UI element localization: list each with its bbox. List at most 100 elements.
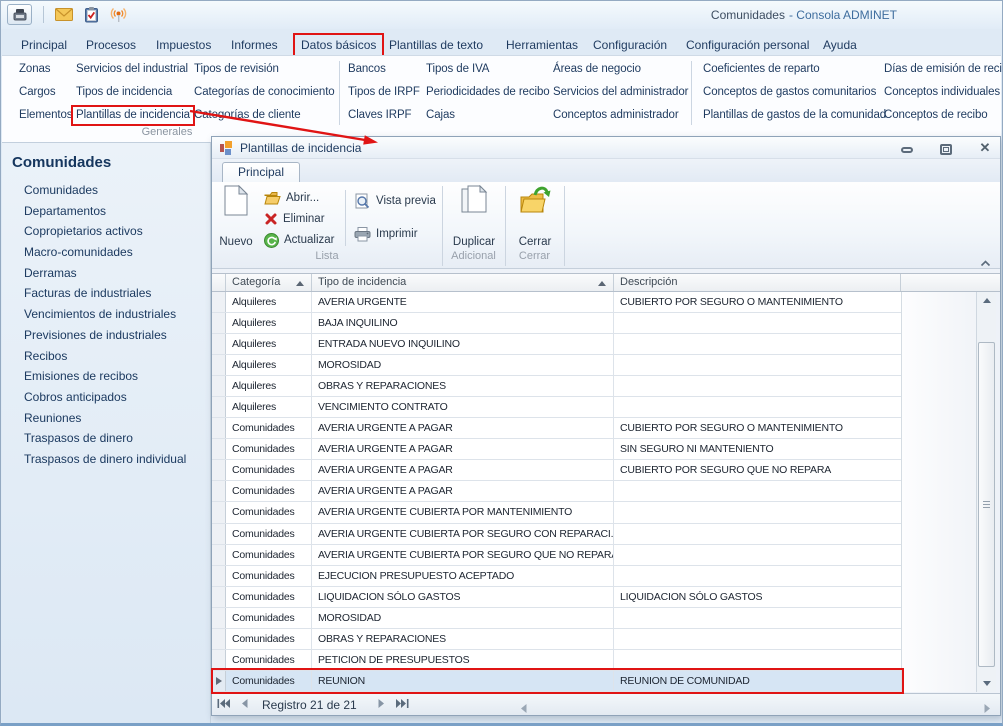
ribbon-link-servicios-administrador[interactable]: Servicios del administrador — [553, 81, 688, 104]
duplicar-button[interactable]: Duplicar — [446, 185, 502, 249]
cell-categoria[interactable]: Comunidades — [226, 587, 312, 607]
menu-procesos[interactable]: Procesos — [81, 35, 141, 55]
cell-tipo[interactable]: AVERIA URGENTE CUBIERTA POR MANTENIMIENT… — [312, 502, 614, 522]
table-row[interactable]: AlquileresENTRADA NUEVO INQUILINO — [212, 334, 901, 355]
menu-datos-basicos[interactable]: Datos básicos — [293, 33, 384, 57]
cell-tipo[interactable]: AVERIA URGENTE A PAGAR — [312, 439, 614, 459]
sidebar-item-vencimientos-industriales[interactable]: Vencimientos de industriales — [2, 304, 210, 325]
ribbon-link-elementos[interactable]: Elementos — [19, 104, 72, 127]
sidebar-item-macro-comunidades[interactable]: Macro-comunidades — [2, 242, 210, 263]
table-row[interactable]: ComunidadesOBRAS Y REPARACIONES — [212, 629, 901, 650]
cell-tipo[interactable]: LIQUIDACION SÓLO GASTOS — [312, 587, 614, 607]
cerrar-button[interactable]: Cerrar — [509, 185, 561, 249]
header-tipo-incidencia[interactable]: Tipo de incidencia — [312, 274, 614, 291]
cell-tipo[interactable]: PETICION DE PRESUPUESTOS — [312, 650, 614, 670]
close-button[interactable]: ✕ — [978, 141, 992, 155]
actualizar-button[interactable]: Actualizar — [264, 230, 335, 250]
menu-herramientas[interactable]: Herramientas — [501, 35, 583, 55]
cell-categoria[interactable]: Comunidades — [226, 629, 312, 649]
cell-categoria[interactable]: Comunidades — [226, 502, 312, 522]
dialog-titlebar[interactable]: Plantillas de incidencia ✕ — [212, 137, 1000, 159]
fax-button[interactable] — [7, 4, 32, 25]
table-row[interactable]: AlquileresOBRAS Y REPARACIONES — [212, 376, 901, 397]
cell-categoria[interactable]: Comunidades — [226, 650, 312, 670]
menu-informes[interactable]: Informes — [226, 35, 283, 55]
table-row[interactable]: ComunidadesAVERIA URGENTE A PAGARSIN SEG… — [212, 439, 901, 460]
cell-descripcion[interactable] — [614, 566, 901, 586]
ribbon-link-plantillas-incidencia[interactable]: Plantillas de incidencia — [71, 105, 195, 126]
menu-plantillas-de-texto[interactable]: Plantillas de texto — [384, 35, 488, 55]
table-row[interactable]: AlquileresBAJA INQUILINO — [212, 313, 901, 334]
table-row[interactable]: ComunidadesAVERIA URGENTE A PAGARCUBIERT… — [212, 418, 901, 439]
table-row[interactable]: AlquileresAVERIA URGENTECUBIERTO POR SEG… — [212, 292, 901, 313]
table-row[interactable]: AlquileresVENCIMIENTO CONTRATO — [212, 397, 901, 418]
table-row[interactable]: ComunidadesAVERIA URGENTE A PAGAR — [212, 481, 901, 502]
sidebar-item-emisiones-recibos[interactable]: Emisiones de recibos — [2, 366, 210, 387]
tab-principal[interactable]: Principal — [222, 162, 300, 182]
maximize-button[interactable] — [939, 141, 953, 155]
cell-categoria[interactable]: Alquileres — [226, 313, 312, 333]
cell-categoria[interactable]: Comunidades — [226, 524, 312, 544]
ribbon-link-tipos-iva[interactable]: Tipos de IVA — [426, 58, 550, 81]
cell-categoria[interactable]: Comunidades — [226, 481, 312, 501]
ribbon-link-periodicidades-recibo[interactable]: Periodicidades de recibo — [426, 81, 550, 104]
cell-descripcion[interactable] — [614, 355, 901, 375]
cell-tipo[interactable]: ENTRADA NUEVO INQUILINO — [312, 334, 614, 354]
ribbon-link-cajas[interactable]: Cajas — [426, 104, 550, 127]
cell-descripcion[interactable]: LIQUIDACION SÓLO GASTOS — [614, 587, 901, 607]
cell-tipo[interactable]: VENCIMIENTO CONTRATO — [312, 397, 614, 417]
cell-tipo[interactable]: AVERIA URGENTE CUBIERTA POR SEGURO QUE N… — [312, 545, 614, 565]
cell-descripcion[interactable]: CUBIERTO POR SEGURO QUE NO REPARA — [614, 460, 901, 480]
cell-descripcion[interactable] — [614, 629, 901, 649]
table-row[interactable]: ComunidadesLIQUIDACION SÓLO GASTOSLIQUID… — [212, 587, 901, 608]
table-row-selected[interactable]: ComunidadesREUNIONREUNION DE COMUNIDAD — [212, 671, 901, 692]
cell-descripcion[interactable] — [614, 524, 901, 544]
ribbon-link-cargos[interactable]: Cargos — [19, 81, 72, 104]
ribbon-link-zonas[interactable]: Zonas — [19, 58, 72, 81]
sidebar-item-derramas[interactable]: Derramas — [2, 263, 210, 284]
sidebar-item-copropietarios-activos[interactable]: Copropietarios activos — [2, 221, 210, 242]
table-row[interactable]: ComunidadesEJECUCION PRESUPUESTO ACEPTAD… — [212, 566, 901, 587]
menu-configuracion-personal[interactable]: Configuración personal — [681, 35, 814, 55]
cell-categoria[interactable]: Alquileres — [226, 355, 312, 375]
ribbon-link-conceptos-recibo[interactable]: Conceptos de recibo — [884, 104, 1003, 127]
sidebar-item-comunidades[interactable]: Comunidades — [2, 180, 210, 201]
menu-principal[interactable]: Principal — [16, 35, 72, 55]
ribbon-link-plantillas-gastos-comunidad[interactable]: Plantillas de gastos de la comunidad — [703, 104, 886, 127]
cell-tipo[interactable]: AVERIA URGENTE A PAGAR — [312, 418, 614, 438]
ribbon-link-bancos[interactable]: Bancos — [348, 58, 420, 81]
cell-descripcion[interactable] — [614, 545, 901, 565]
nuevo-button[interactable]: Nuevo — [216, 185, 256, 249]
header-descripcion[interactable]: Descripción — [614, 274, 901, 291]
cell-tipo[interactable]: OBRAS Y REPARACIONES — [312, 376, 614, 396]
sidebar-item-reuniones[interactable]: Reuniones — [2, 408, 210, 429]
ribbon-link-servicios-industrial[interactable]: Servicios del industrial — [76, 58, 195, 81]
cell-tipo[interactable]: AVERIA URGENTE CUBIERTA POR SEGURO CON R… — [312, 524, 614, 544]
table-row[interactable]: AlquileresMOROSIDAD — [212, 355, 901, 376]
cell-tipo[interactable]: AVERIA URGENTE A PAGAR — [312, 460, 614, 480]
minimize-button[interactable] — [900, 141, 914, 155]
tasks-button[interactable] — [84, 7, 99, 23]
menu-ayuda[interactable]: Ayuda — [818, 35, 862, 55]
ribbon-link-claves-irpf[interactable]: Claves IRPF — [348, 104, 420, 127]
cell-descripcion[interactable] — [614, 650, 901, 670]
cell-descripcion[interactable] — [614, 334, 901, 354]
scroll-down-button[interactable] — [977, 675, 996, 692]
ribbon-link-conceptos-gastos-comunitarios[interactable]: Conceptos de gastos comunitarios — [703, 81, 886, 104]
cell-descripcion[interactable] — [614, 502, 901, 522]
table-row[interactable]: ComunidadesAVERIA URGENTE CUBIERTA POR S… — [212, 545, 901, 566]
cell-tipo[interactable]: MOROSIDAD — [312, 355, 614, 375]
cell-categoria[interactable]: Alquileres — [226, 292, 312, 312]
broadcast-button[interactable] — [110, 7, 127, 23]
cell-categoria[interactable]: Comunidades — [226, 439, 312, 459]
cell-tipo[interactable]: AVERIA URGENTE — [312, 292, 614, 312]
cell-tipo[interactable]: BAJA INQUILINO — [312, 313, 614, 333]
ribbon-link-coeficientes-reparto[interactable]: Coeficientes de reparto — [703, 58, 886, 81]
ribbon-collapse-button[interactable] — [980, 254, 991, 272]
menu-configuracion[interactable]: Configuración — [588, 35, 672, 55]
table-row[interactable]: ComunidadesMOROSIDAD — [212, 608, 901, 629]
cell-categoria[interactable]: Comunidades — [226, 608, 312, 628]
cell-descripcion[interactable]: REUNION DE COMUNIDAD — [614, 671, 901, 691]
ribbon-link-areas-negocio[interactable]: Áreas de negocio — [553, 58, 688, 81]
vertical-scrollbar[interactable] — [976, 292, 996, 692]
